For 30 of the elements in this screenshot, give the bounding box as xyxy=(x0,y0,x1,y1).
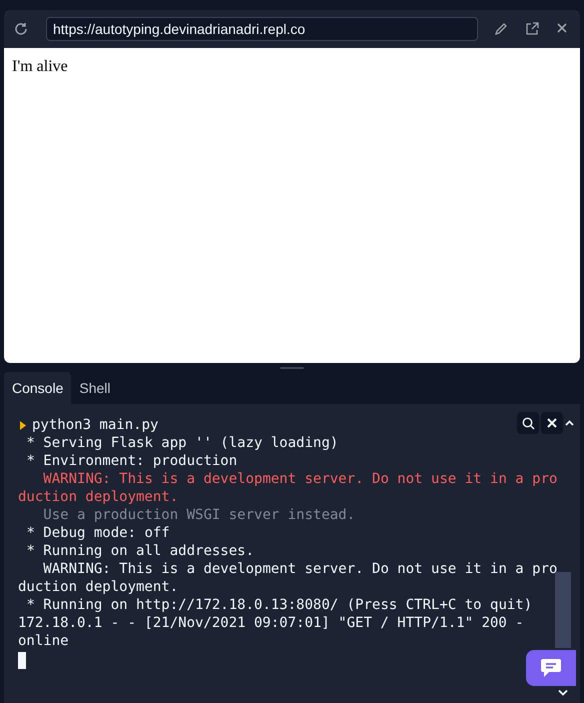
clear-button[interactable] xyxy=(541,412,563,434)
console-line: 172.18.0.1 - - [21/Nov/2021 09:07:01] "GET / HTTP/1.1" 200 - xyxy=(18,614,525,632)
text-cursor xyxy=(18,652,26,669)
chat-button[interactable] xyxy=(526,650,576,686)
prompt-icon xyxy=(20,420,26,430)
console-line: * Environment: production xyxy=(25,452,238,470)
close-icon xyxy=(547,418,557,428)
chevron-up-icon[interactable] xyxy=(565,420,574,426)
search-icon xyxy=(522,416,534,430)
scrollbar-thumb[interactable] xyxy=(555,572,571,648)
console-tab[interactable]: Shell xyxy=(71,372,119,404)
warning-line: WARNING: This is a development server. Do not use it in a production deployment. xyxy=(18,470,558,506)
prompt-command: python3 main.py xyxy=(32,416,158,434)
page-text: I'm alive xyxy=(12,58,68,75)
console-line: * Running on all addresses. xyxy=(25,542,256,560)
url-field[interactable]: https://autotyping.devinadrianadri.repl.co xyxy=(46,17,478,41)
console-line: * Debug mode: off xyxy=(25,524,171,542)
pencil-icon[interactable] xyxy=(494,22,508,36)
console-line: * Running on http://172.18.0.13:8080/ (Press CTRL+C to quit) xyxy=(25,596,534,614)
chat-icon xyxy=(540,658,562,678)
console-line: WARNING: This is a development server. Do not use it in a production deployment. xyxy=(18,560,558,596)
external-link-icon[interactable] xyxy=(525,22,539,36)
refresh-icon[interactable] xyxy=(14,22,28,36)
console-tab[interactable]: Console xyxy=(4,372,72,404)
chevron-down-icon[interactable] xyxy=(558,689,568,696)
console-line: * Serving Flask app '' (lazy loading) xyxy=(25,434,340,452)
console-line: Use a production WSGI server instead. xyxy=(42,506,356,524)
console-line: online xyxy=(18,632,70,650)
close-icon[interactable] xyxy=(556,22,568,34)
search-button[interactable] xyxy=(517,412,539,434)
